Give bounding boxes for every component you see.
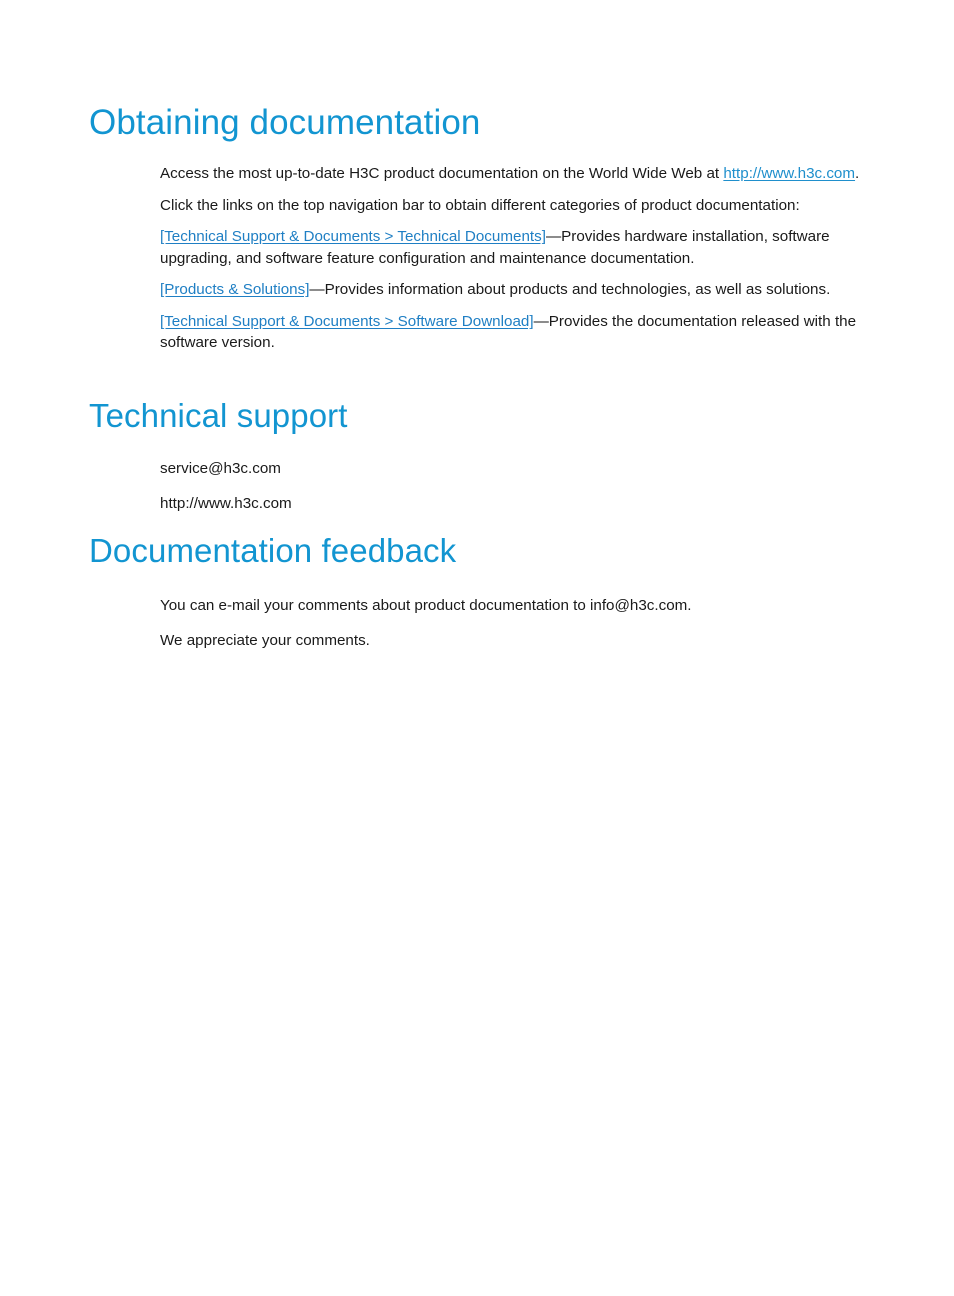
paragraph-software-download: [Technical Support & Documents > Softwar… bbox=[160, 311, 864, 354]
documentation-feedback-body: You can e-mail your comments about produ… bbox=[160, 595, 864, 664]
access-text-prefix: Access the most up-to-date H3C product d… bbox=[160, 165, 724, 182]
products-solutions-description: —Provides information about products and… bbox=[309, 281, 831, 299]
paragraph-products-solutions: [Products & Solutions]—Provides informat… bbox=[160, 279, 864, 301]
technical-support-email: service@h3c.com bbox=[160, 460, 281, 477]
link-products-and-solutions[interactable]: [Products & Solutions] bbox=[160, 281, 309, 298]
heading-technical-support: Technical support bbox=[89, 397, 348, 434]
heading-obtaining-documentation: Obtaining documentation bbox=[89, 103, 481, 142]
technical-support-body: service@h3c.com http://www.h3c.com bbox=[160, 458, 864, 527]
access-text-suffix: . bbox=[855, 165, 860, 182]
obtaining-documentation-body: Access the most up-to-date H3C product d… bbox=[160, 163, 864, 354]
paragraph-technical-documents: [Technical Support & Documents > Technic… bbox=[160, 226, 864, 269]
feedback-appreciation: We appreciate your comments. bbox=[160, 631, 370, 649]
feedback-email-instruction: You can e-mail your comments about produ… bbox=[160, 597, 692, 614]
paragraph-access-documentation: Access the most up-to-date H3C product d… bbox=[160, 163, 864, 185]
technical-support-website: http://www.h3c.com bbox=[160, 494, 292, 512]
h3c-website-link[interactable]: http://www.h3c.com bbox=[723, 165, 855, 182]
heading-documentation-feedback: Documentation feedback bbox=[89, 532, 457, 569]
link-technical-support-technical-documents[interactable]: [Technical Support & Documents > Technic… bbox=[160, 228, 546, 245]
link-technical-support-software-download[interactable]: [Technical Support & Documents > Softwar… bbox=[160, 313, 534, 330]
paragraph-click-links: Click the links on the top navigation ba… bbox=[160, 196, 800, 214]
document-page: Obtaining documentation Access the most … bbox=[0, 0, 954, 1296]
